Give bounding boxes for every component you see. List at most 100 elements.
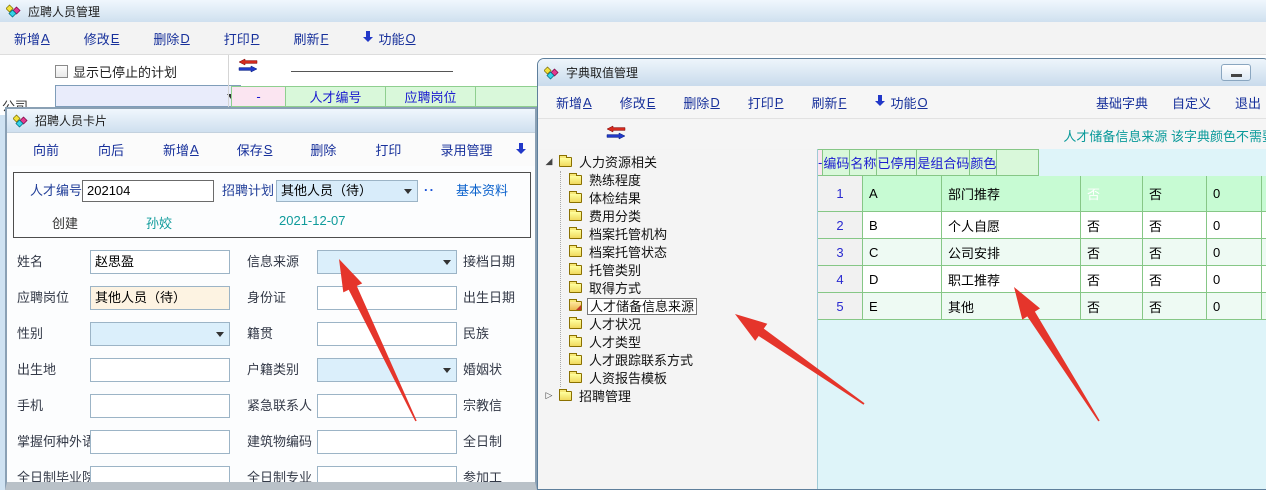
swap-columns-icon[interactable] [606,125,626,143]
color-cell[interactable]: 0 [1207,266,1262,293]
tree-node[interactable]: 人资报告模板 [569,369,817,387]
combo-cell[interactable]: 否 [1143,293,1207,320]
folder-icon [559,157,572,167]
table-row[interactable]: 2 B 个人自愿 否 否 0 [818,212,1266,239]
tree-node-root[interactable]: ▷ 招聘管理 [544,387,817,405]
code-cell[interactable]: D [863,266,942,293]
form-field[interactable] [317,286,457,310]
tree-node[interactable]: 熟练程度 [569,171,817,189]
tree-node[interactable]: 体检结果 [569,189,817,207]
menu-item[interactable]: 新增A [14,29,50,48]
form-field[interactable] [90,466,230,490]
blue-down-arrow-icon[interactable] [515,142,527,158]
menu-item-access-key: A [190,142,199,157]
name-cell[interactable]: 个人自愿 [942,212,1081,239]
chevron-down-icon[interactable] [404,189,412,194]
menu-item[interactable]: 新增A [163,140,199,159]
form-field[interactable] [317,394,457,418]
tree-node[interactable]: 费用分类 [569,207,817,225]
menu-item[interactable]: 保存S [237,140,273,159]
table-row[interactable]: 4 D 职工推荐 否 否 0 [818,266,1266,293]
form-field[interactable] [317,466,457,490]
swap-columns-icon[interactable] [238,58,258,76]
menu-item[interactable]: 刷新F [811,93,846,112]
stopped-cell[interactable]: 否 [1081,266,1143,293]
code-cell[interactable]: B [863,212,942,239]
form-field[interactable] [90,430,230,454]
menu-item[interactable]: 删除D [153,29,189,48]
code-cell[interactable]: E [863,293,942,320]
more-button[interactable]: .. [424,179,435,194]
menu-item[interactable]: 修改E [620,93,656,112]
menu-item[interactable]: 刷新F [293,29,328,48]
checkbox-icon[interactable] [55,65,68,78]
tree-node[interactable]: 人才状况 [569,315,817,333]
form-field[interactable] [90,358,230,382]
name-cell[interactable]: 公司安排 [942,239,1081,266]
menu-item[interactable]: 新增A [556,93,592,112]
code-cell[interactable]: A [863,176,942,212]
table-row[interactable]: 5 E 其他 否 否 0 [818,293,1266,320]
recruit-plan-select[interactable]: 其他人员（待） [276,180,418,202]
menu-item[interactable]: 删除 [310,140,337,159]
plan-select[interactable] [55,85,241,107]
menu-item[interactable]: 基础字典 [1096,93,1148,112]
menu-item[interactable]: 退出 [1235,93,1261,112]
color-cell[interactable]: 0 [1207,293,1262,320]
color-cell[interactable]: 0 [1207,176,1262,212]
stopped-cell[interactable]: 否 [1081,212,1143,239]
form-field[interactable] [90,394,230,418]
tree-node[interactable]: 托管类别 [569,261,817,279]
form-field[interactable]: 其他人员（待） [90,286,230,310]
name-cell[interactable]: 其他 [942,293,1081,320]
tree-node[interactable]: 档案托管机构 [569,225,817,243]
name-cell[interactable]: 职工推荐 [942,266,1081,293]
menu-item[interactable]: 向后 [98,140,125,159]
form-field[interactable] [90,322,230,346]
tree-node[interactable]: 档案托管状态 [569,243,817,261]
menu-item[interactable]: 修改E [84,29,120,48]
combo-cell[interactable]: 否 [1143,266,1207,293]
chevron-down-icon[interactable] [443,368,451,373]
table-row[interactable]: 1 A 部门推荐 否 否 0 [818,176,1266,212]
tree-node[interactable]: 取得方式 [569,279,817,297]
stopped-cell[interactable]: 否 [1081,293,1143,320]
tree-node[interactable]: 人才跟踪联系方式 [569,351,817,369]
minimize-button[interactable] [1221,64,1251,81]
stopped-cell[interactable]: 否 [1081,239,1143,266]
combo-cell[interactable]: 否 [1143,212,1207,239]
chevron-down-icon[interactable] [443,260,451,265]
menu-item[interactable]: 打印P [748,93,784,112]
name-cell[interactable]: 部门推荐 [942,176,1081,212]
show-stopped-plans-option[interactable]: 显示已停止的计划 [55,62,177,81]
stopped-cell[interactable]: 否 [1081,176,1143,212]
tree-node[interactable]: 人才类型 [569,333,817,351]
basic-info-link[interactable]: 基本资料 [456,180,508,202]
color-cell[interactable]: 0 [1207,239,1262,266]
expanded-arrow-icon[interactable]: ◢ [544,157,554,167]
menu-item[interactable]: 删除D [683,93,719,112]
talent-id-input[interactable]: 202104 [82,180,214,202]
menu-item[interactable]: 向前 [33,140,60,159]
form-field[interactable] [317,250,457,274]
code-cell[interactable]: C [863,239,942,266]
menu-item[interactable]: 录用管理 [440,140,493,159]
chevron-down-icon[interactable] [216,332,224,337]
table-row[interactable]: 3 C 公司安排 否 否 0 [818,239,1266,266]
combo-cell[interactable]: 否 [1143,239,1207,266]
menu-item[interactable]: 功能O [362,29,415,48]
quick-search-underline-field[interactable] [291,71,453,72]
color-cell[interactable]: 0 [1207,212,1262,239]
collapsed-arrow-icon[interactable]: ▷ [544,391,554,401]
tree-node-root[interactable]: ◢ 人力资源相关 [544,153,817,171]
form-field[interactable] [317,322,457,346]
form-field[interactable]: 赵思盈 [90,250,230,274]
menu-item[interactable]: 打印 [375,140,402,159]
menu-item[interactable]: 自定义 [1172,93,1211,112]
menu-item[interactable]: 打印P [224,29,260,48]
form-field[interactable] [317,358,457,382]
tree-node[interactable]: 人才储备信息来源 [569,297,817,315]
combo-cell[interactable]: 否 [1143,176,1207,212]
form-field[interactable] [317,430,457,454]
menu-item[interactable]: 功能O [874,93,927,112]
